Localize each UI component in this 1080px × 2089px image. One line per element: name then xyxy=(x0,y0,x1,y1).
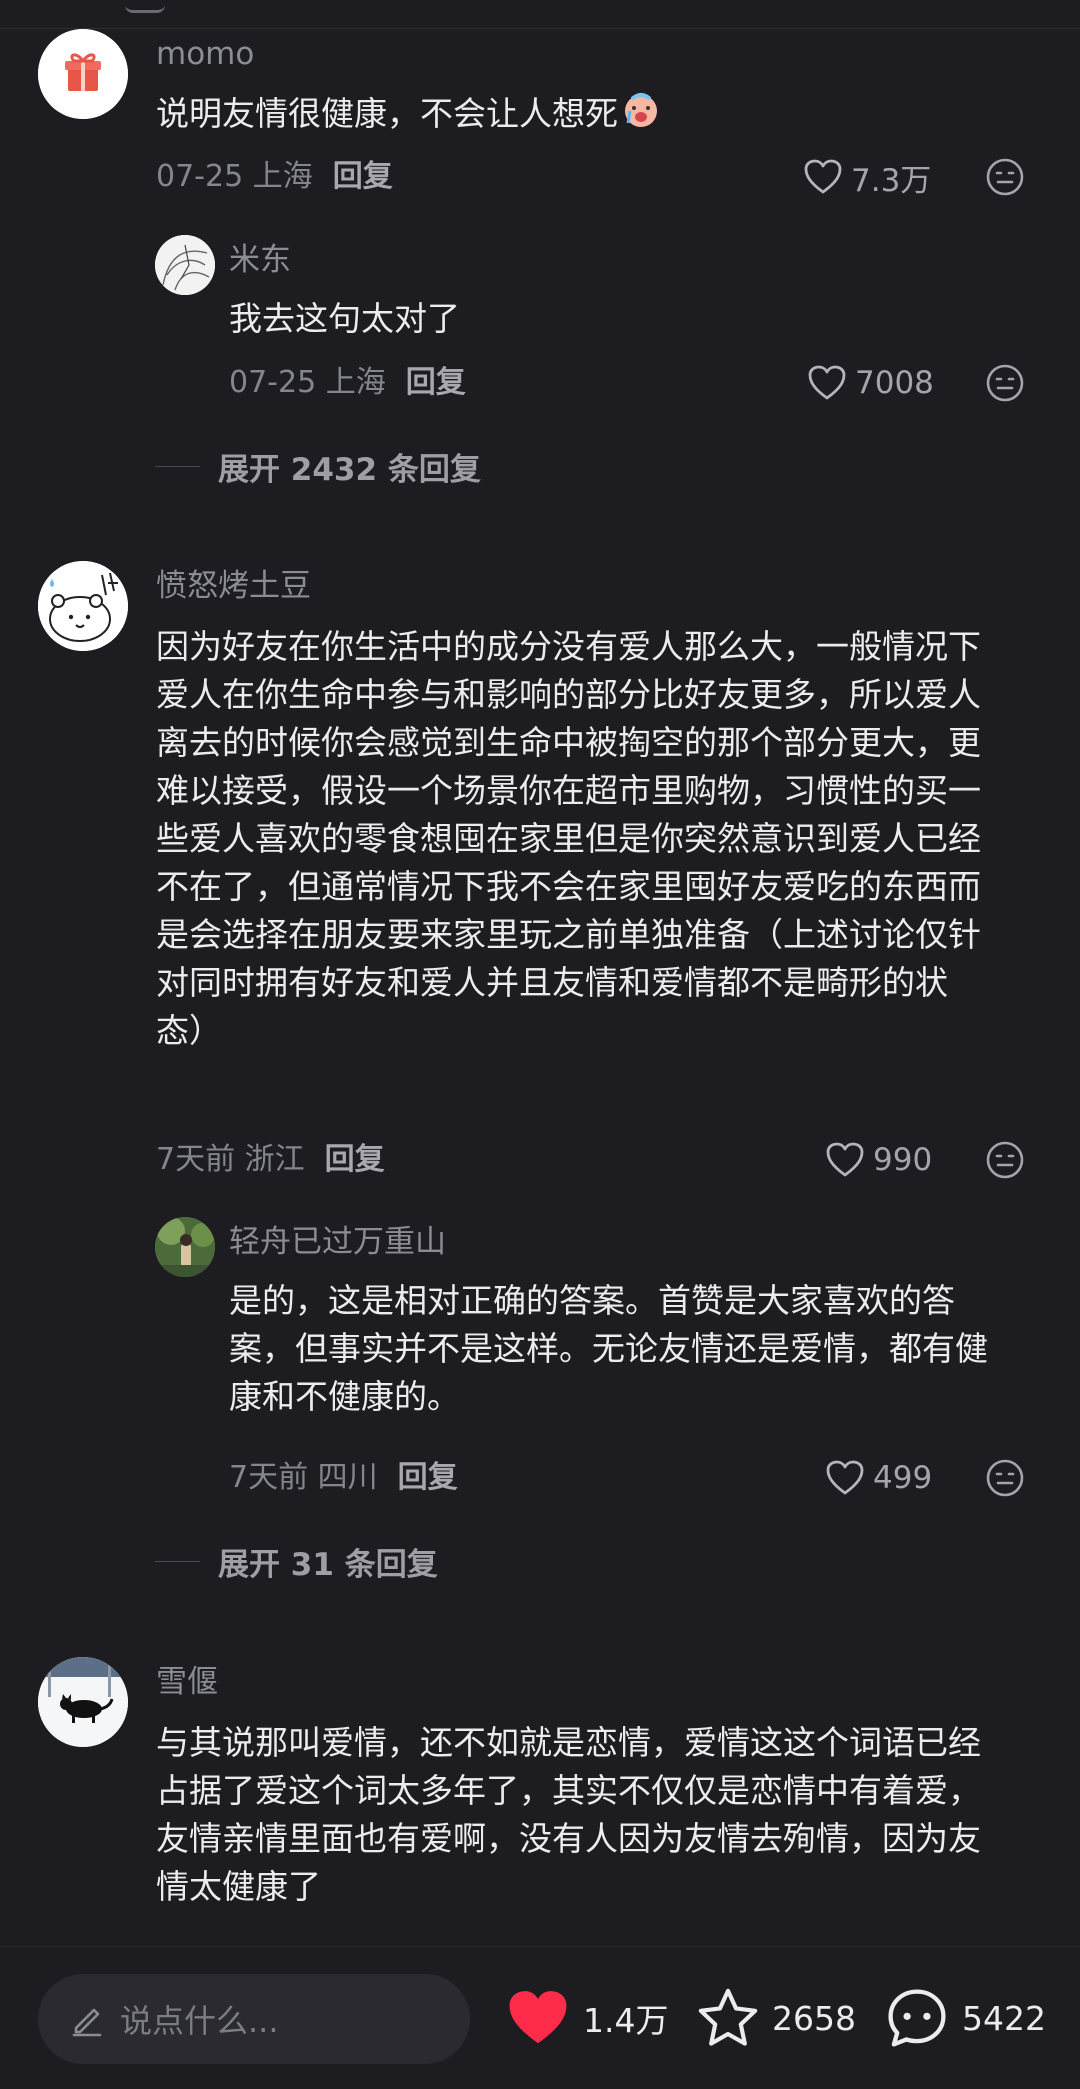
heart-outline-icon xyxy=(808,365,846,400)
comment-meta: 7天前 浙江 回复 xyxy=(156,1138,385,1182)
like-button[interactable]: 990 xyxy=(825,1138,932,1182)
emoji-reaction-button[interactable] xyxy=(983,1138,1027,1182)
reply-button[interactable]: 回复 xyxy=(333,159,393,194)
comment-meta: 7天前 四川 回复 xyxy=(229,1456,458,1500)
expand-replies-label: 展开 2432 条回复 xyxy=(218,451,481,488)
comment-meta: 07-25 上海 回复 xyxy=(229,361,466,405)
like-count: 7.3万 xyxy=(851,162,932,199)
reply-text: 我去这句太对了 xyxy=(229,299,460,338)
comment-input[interactable]: 说点什么... xyxy=(38,1974,470,2064)
comment-text: 因为好友在你生活中的成分没有爱人那么大，一般情况下 爱人在你生命中参与和影响的部… xyxy=(156,623,1046,1055)
expand-replies-button[interactable]: 展开 2432 条回复 xyxy=(155,444,481,488)
comment-date-location: 7天前 四川 xyxy=(229,1460,378,1495)
like-count: 990 xyxy=(873,1142,933,1178)
emoji-reaction-button[interactable] xyxy=(983,1456,1027,1500)
comment-text-line: 不在了，但通常情况下我不会在家里囤好友爱吃的东西而 xyxy=(156,867,981,906)
nature-photo-avatar-icon xyxy=(155,1217,215,1277)
comment-text-line: 离去的时候你会感觉到生命中被掏空的那个部分更大，更 xyxy=(156,723,981,762)
avatar[interactable] xyxy=(155,1217,215,1277)
bottom-action-bar: 说点什么... 1.4万 2658 5422 xyxy=(0,1946,1080,2089)
reply-text-line: 是的，这是相对正确的答案。首赞是大家喜欢的答 xyxy=(229,1281,955,1320)
sketch-avatar-icon xyxy=(155,235,215,295)
comment-text-line: 因为好友在你生活中的成分没有爱人那么大，一般情况下 xyxy=(156,627,981,666)
crying-face-emoji-icon xyxy=(620,89,662,144)
username[interactable]: momo xyxy=(156,34,254,74)
comment-date-location: 07-25 上海 xyxy=(229,365,386,400)
avatar[interactable] xyxy=(38,29,128,119)
expand-replies-button[interactable]: 展开 31 条回复 xyxy=(155,1539,438,1583)
divider-dash xyxy=(155,465,200,467)
comment-date-location: 07-25 上海 xyxy=(156,159,313,194)
reply-button[interactable]: 回复 xyxy=(406,365,466,400)
smiley-face-icon xyxy=(986,1459,1024,1497)
comment-meta: 07-25 上海 回复 xyxy=(156,155,393,199)
comment-text-line: 情太健康了 xyxy=(156,1867,321,1906)
comment-input-placeholder: 说点什么... xyxy=(120,2002,279,2040)
favorite-button[interactable]: 2658 xyxy=(696,1947,856,2089)
like-button[interactable]: 7.3万 xyxy=(803,155,931,199)
reply-text-line: 康和不健康的。 xyxy=(229,1377,460,1416)
comment-text-line: 友情亲情里面也有爱啊，没有人因为友情去殉情，因为友 xyxy=(156,1819,981,1858)
heart-outline-icon xyxy=(826,1460,864,1495)
top-cutoff-glyph xyxy=(125,0,165,13)
smiley-face-icon xyxy=(986,158,1024,196)
chat-bubble-icon xyxy=(888,1989,946,2047)
username[interactable]: 愤怒烤土豆 xyxy=(156,566,311,606)
like-button[interactable]: 499 xyxy=(825,1456,932,1500)
emoji-reaction-button[interactable] xyxy=(983,155,1027,199)
like-count: 499 xyxy=(873,1460,933,1496)
username[interactable]: 轻舟已过万重山 xyxy=(229,1222,446,1262)
like-count: 7008 xyxy=(855,365,934,401)
avatar[interactable] xyxy=(38,1657,128,1747)
pencil-icon xyxy=(72,2008,102,2037)
cartoon-bear-avatar-icon xyxy=(38,561,128,651)
username[interactable]: 雪偃 xyxy=(156,1662,218,1702)
gift-avatar-icon xyxy=(38,29,128,119)
comment-text-content: 说明友情很健康，不会让人想死 xyxy=(156,94,618,133)
like-button[interactable]: 7008 xyxy=(807,361,934,405)
avatar[interactable] xyxy=(38,561,128,651)
expand-replies-label: 展开 31 条回复 xyxy=(218,1546,438,1583)
reply-button[interactable]: 回复 xyxy=(398,1460,458,1495)
smiley-face-icon xyxy=(986,364,1024,402)
divider-dash xyxy=(155,1560,200,1562)
comment-text-line: 占据了爱这个词太多年了，其实不仅仅是恋情中有着爱， xyxy=(156,1771,981,1810)
comment-text-line: 爱人在你生命中参与和影响的部分比好友更多，所以爱人 xyxy=(156,675,981,714)
avatar[interactable] xyxy=(155,235,215,295)
comment-date-location: 7天前 浙江 xyxy=(156,1142,305,1177)
star-outline-icon xyxy=(698,1988,758,2046)
comment-text: 说明友情很健康，不会让人想死 xyxy=(156,89,1036,144)
reply-text: 是的，这是相对正确的答案。首赞是大家喜欢的答 案，但事实并不是这样。无论友情还是… xyxy=(229,1277,1049,1421)
comment-text-line: 态） xyxy=(156,1011,222,1050)
like-post-button[interactable]: 1.4万 xyxy=(505,1947,668,2089)
comment-text-line: 些爱人喜欢的零食想囤在家里但是你突然意识到爱人已经 xyxy=(156,819,981,858)
comment-text-line: 与其说那叫爱情，还不如就是恋情，爱情这这个词语已经 xyxy=(156,1723,981,1762)
heart-outline-icon xyxy=(826,1142,864,1177)
comment-text-line: 难以接受，假设一个场景你在超市里购物，习惯性的买一 xyxy=(156,771,981,810)
comments-button[interactable]: 5422 xyxy=(884,1947,1046,2089)
favorite-count: 2658 xyxy=(772,1998,856,2038)
comment-text: 与其说那叫爱情，还不如就是恋情，爱情这这个词语已经 占据了爱这个词太多年了，其实… xyxy=(156,1719,1046,1911)
post-like-count: 1.4万 xyxy=(583,2001,669,2040)
username[interactable]: 米东 xyxy=(229,240,291,280)
comment-text-line: 是会选择在朋友要来家里玩之前单独准备（上述讨论仅针 xyxy=(156,915,981,954)
top-divider xyxy=(0,0,1080,29)
comment-text-line: 对同时拥有好友和爱人并且友情和爱情都不是畸形的状 xyxy=(156,963,948,1002)
reply-text-line: 案，但事实并不是这样。无论友情还是爱情，都有健 xyxy=(229,1329,988,1368)
heart-outline-icon xyxy=(804,159,842,194)
smiley-face-icon xyxy=(986,1141,1024,1179)
black-cat-avatar-icon xyxy=(38,1657,128,1747)
heart-filled-icon xyxy=(509,1991,567,2044)
emoji-reaction-button[interactable] xyxy=(983,361,1027,405)
comment-count: 5422 xyxy=(962,1998,1046,2038)
reply-button[interactable]: 回复 xyxy=(325,1142,385,1177)
